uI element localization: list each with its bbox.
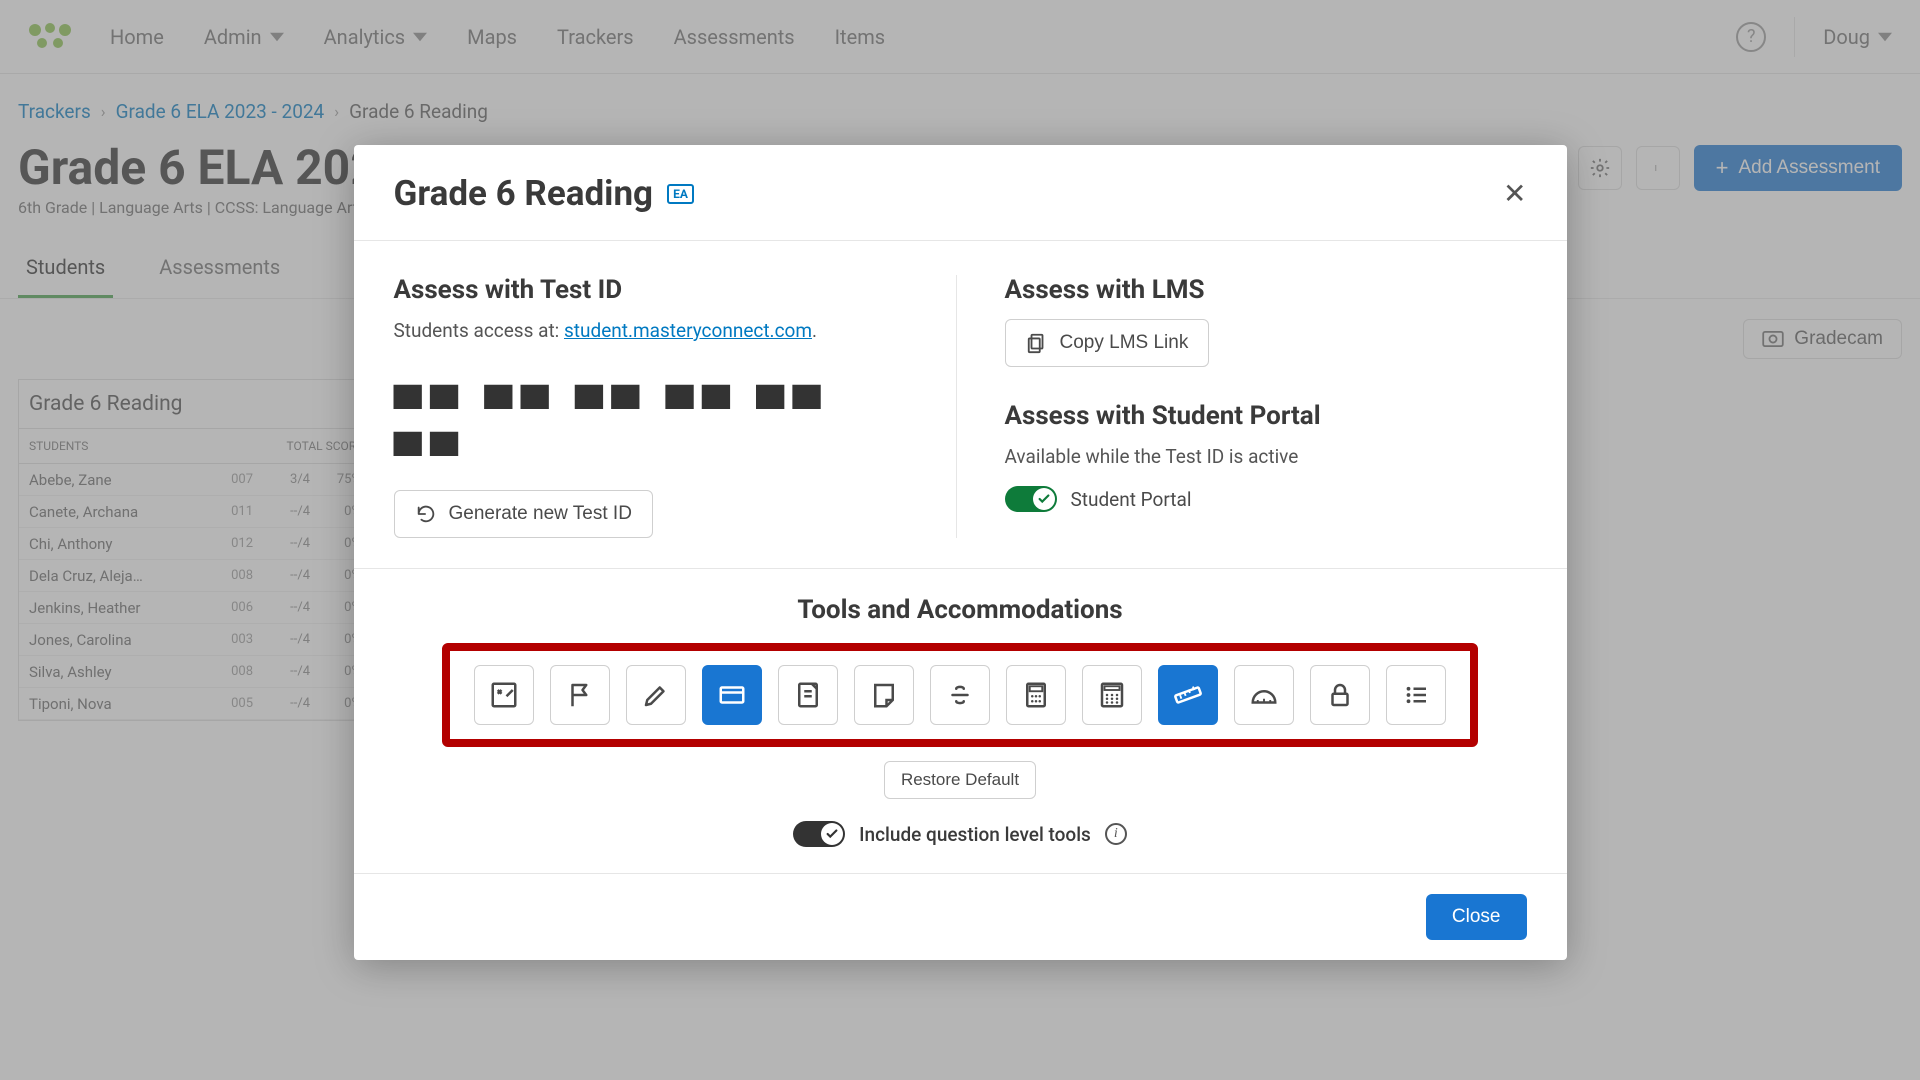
ruler-icon bbox=[1173, 680, 1203, 710]
info-icon[interactable]: i bbox=[1105, 823, 1127, 845]
lock-icon bbox=[1325, 680, 1355, 710]
copy-icon bbox=[1026, 332, 1048, 354]
copy-lms-label: Copy LMS Link bbox=[1060, 332, 1189, 354]
notepad-icon bbox=[793, 680, 823, 710]
highlighter-icon bbox=[641, 680, 671, 710]
tools-section: Tools and Accommodations Restore Default… bbox=[354, 568, 1567, 873]
calculator-basic-icon bbox=[1021, 680, 1051, 710]
close-button[interactable]: Close bbox=[1426, 894, 1527, 940]
assess-portal-title: Assess with Student Portal bbox=[1005, 401, 1527, 431]
sticky-note-icon bbox=[869, 680, 899, 710]
include-row: Include question level tools i bbox=[394, 821, 1527, 847]
tool-protractor[interactable] bbox=[1234, 665, 1294, 725]
tools-highlight-box bbox=[442, 643, 1478, 747]
toggle-knob bbox=[821, 823, 843, 845]
assess-testid-title: Assess with Test ID bbox=[394, 275, 916, 305]
portal-note: Available while the Test ID is active bbox=[1005, 445, 1527, 468]
assess-modal: Grade 6 Reading EA ✕ Assess with Test ID… bbox=[354, 145, 1567, 960]
portal-toggle-label: Student Portal bbox=[1071, 488, 1192, 511]
tool-scratchpad[interactable] bbox=[474, 665, 534, 725]
include-label: Include question level tools bbox=[859, 823, 1091, 846]
tool-flag[interactable] bbox=[550, 665, 610, 725]
tools-title: Tools and Accommodations bbox=[394, 595, 1527, 625]
protractor-icon bbox=[1249, 680, 1279, 710]
test-id-placeholder: ▄▄ ▄▄ ▄▄ ▄▄ ▄▄ ▄▄ bbox=[394, 360, 916, 454]
include-question-tools-toggle[interactable] bbox=[793, 821, 845, 847]
check-icon bbox=[825, 827, 839, 841]
tool-lock[interactable] bbox=[1310, 665, 1370, 725]
access-prefix: Students access at: bbox=[394, 319, 564, 342]
right-column: Assess with LMS Copy LMS Link Assess wit… bbox=[956, 275, 1527, 538]
color-theme-icon bbox=[717, 680, 747, 710]
modal-title-text: Grade 6 Reading bbox=[394, 173, 654, 214]
tool-ruler[interactable] bbox=[1158, 665, 1218, 725]
check-icon bbox=[1037, 492, 1051, 506]
strikethrough-icon bbox=[945, 680, 975, 710]
refresh-icon bbox=[415, 503, 437, 525]
calculator-scientific-icon bbox=[1097, 680, 1127, 710]
assess-lms-title: Assess with LMS bbox=[1005, 275, 1527, 305]
generate-label: Generate new Test ID bbox=[449, 503, 632, 525]
ea-badge: EA bbox=[667, 184, 694, 204]
modal-header: Grade 6 Reading EA ✕ bbox=[354, 145, 1567, 241]
assess-testid-section: Assess with Test ID Students access at: … bbox=[394, 275, 956, 538]
tool-line-reader[interactable] bbox=[1386, 665, 1446, 725]
modal-body: Assess with Test ID Students access at: … bbox=[354, 241, 1567, 568]
access-link[interactable]: student.masteryconnect.com bbox=[564, 319, 812, 342]
portal-toggle-row: Student Portal bbox=[1005, 486, 1527, 512]
restore-default-button[interactable]: Restore Default bbox=[884, 761, 1036, 799]
access-suffix: . bbox=[812, 319, 817, 342]
generate-test-id-button[interactable]: Generate new Test ID bbox=[394, 490, 653, 538]
tool-notepad[interactable] bbox=[778, 665, 838, 725]
tools-row bbox=[474, 665, 1446, 725]
toggle-knob bbox=[1033, 488, 1055, 510]
modal-footer: Close bbox=[354, 873, 1567, 960]
student-portal-toggle[interactable] bbox=[1005, 486, 1057, 512]
close-icon[interactable]: ✕ bbox=[1503, 177, 1526, 210]
modal-title: Grade 6 Reading EA bbox=[394, 173, 694, 214]
tool-highlighter[interactable] bbox=[626, 665, 686, 725]
tool-sticky-note[interactable] bbox=[854, 665, 914, 725]
tool-calculator-basic[interactable] bbox=[1006, 665, 1066, 725]
scratchpad-icon bbox=[489, 680, 519, 710]
tool-color-theme[interactable] bbox=[702, 665, 762, 725]
line-reader-icon bbox=[1401, 680, 1431, 710]
modal-overlay: Grade 6 Reading EA ✕ Assess with Test ID… bbox=[0, 0, 1920, 1080]
copy-lms-link-button[interactable]: Copy LMS Link bbox=[1005, 319, 1210, 367]
tool-strikethrough[interactable] bbox=[930, 665, 990, 725]
tool-calculator-scientific[interactable] bbox=[1082, 665, 1142, 725]
flag-icon bbox=[565, 680, 595, 710]
access-text: Students access at: student.masteryconne… bbox=[394, 319, 916, 342]
